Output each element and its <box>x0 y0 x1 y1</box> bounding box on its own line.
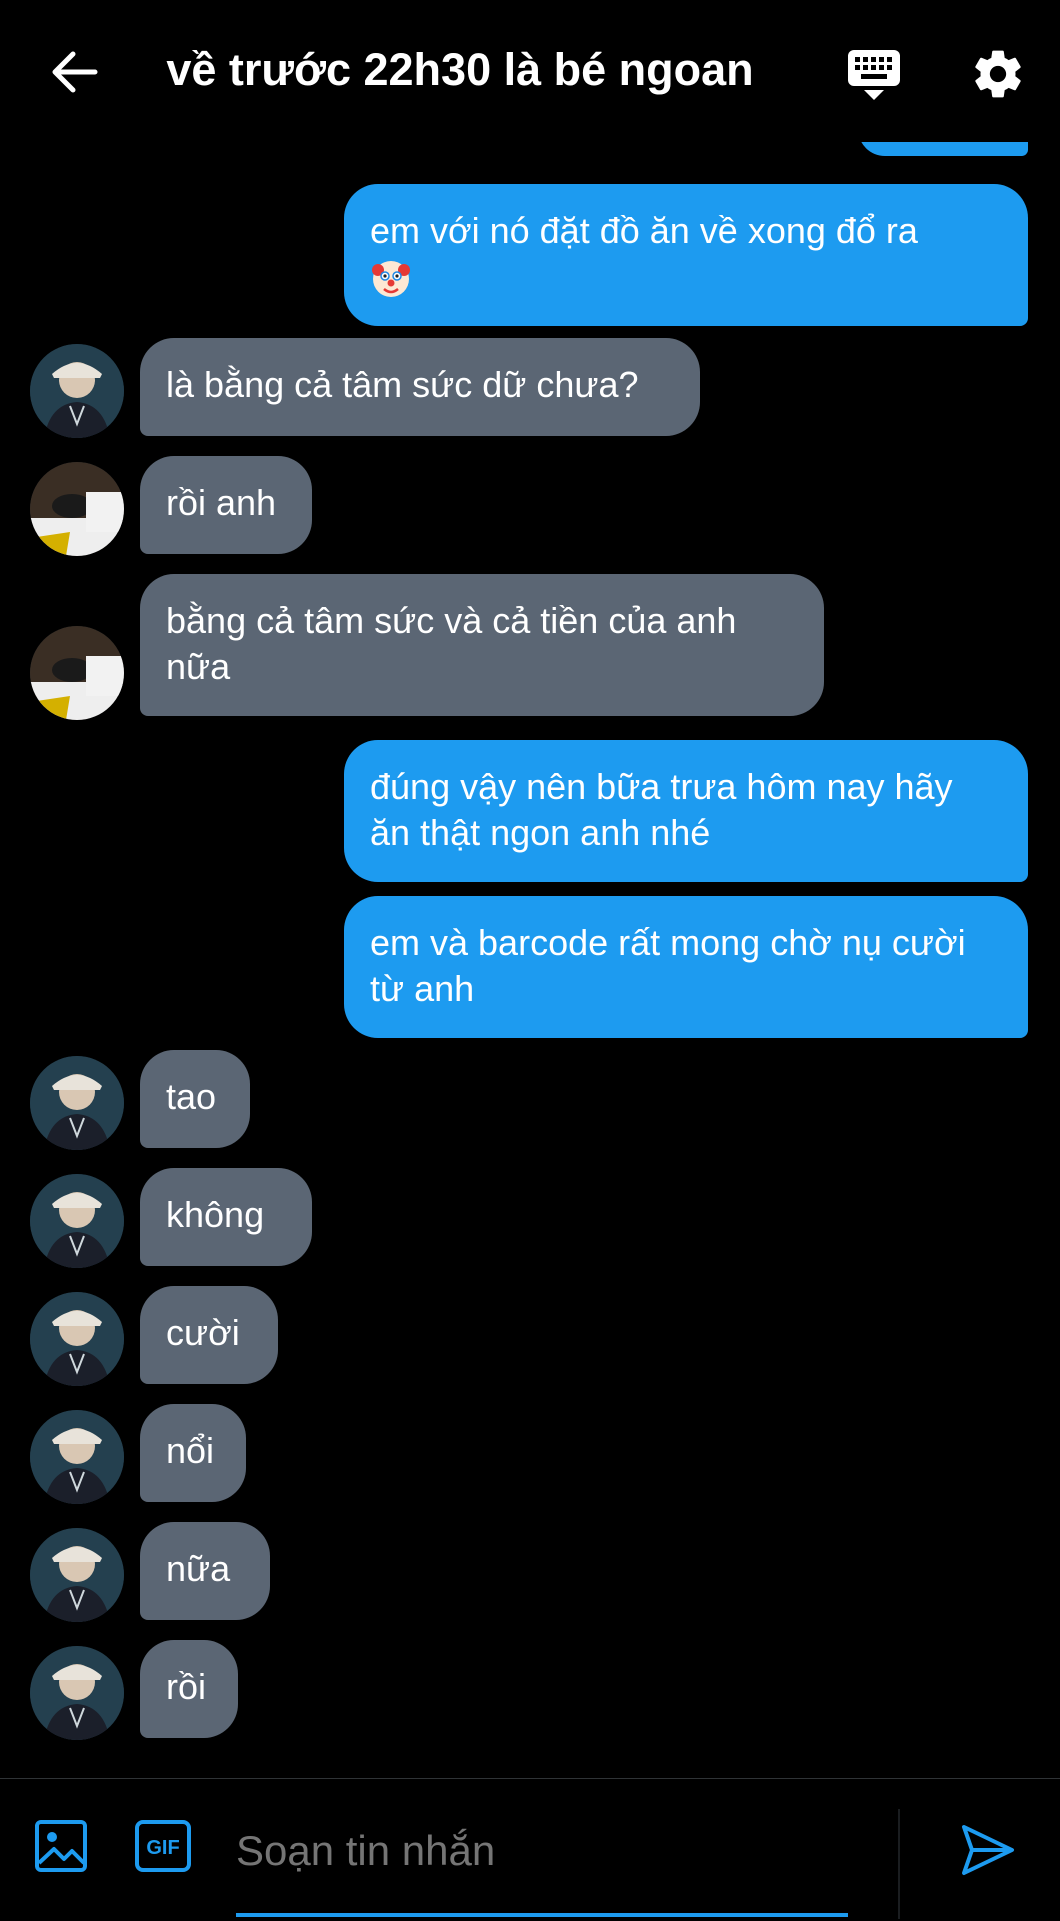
message-list[interactable]: em với nó đặt đồ ăn về xong đổ ra là bằn… <box>0 142 1060 1778</box>
message-text: tao <box>166 1076 217 1117</box>
message-input[interactable] <box>236 1821 848 1881</box>
avatar[interactable] <box>30 1292 124 1386</box>
message-text: rồi <box>166 1666 207 1707</box>
send-icon[interactable] <box>960 1823 1020 1883</box>
avatar[interactable] <box>30 462 124 556</box>
message-composer: GIF <box>0 1778 1060 1921</box>
settings-gear-icon[interactable] <box>970 46 1026 102</box>
message-bubble-outgoing[interactable]: đúng vậy nên bữa trưa hôm nay hãy ăn thậ… <box>344 740 1028 882</box>
message-text: em và barcode rất mong chờ nụ cười từ an… <box>370 922 966 1009</box>
message-bubble-incoming[interactable]: tao <box>140 1050 250 1148</box>
back-arrow-icon[interactable] <box>46 46 102 98</box>
message-text: nổi <box>166 1430 215 1471</box>
message-bubble-incoming[interactable]: là bằng cả tâm sức dữ chưa? <box>140 338 700 436</box>
message-text: bằng cả tâm sức và cả tiền của anh nữa <box>166 600 737 687</box>
message-bubble-incoming[interactable]: cười <box>140 1286 278 1384</box>
message-bubble-incoming[interactable]: không <box>140 1168 312 1266</box>
avatar[interactable] <box>30 1410 124 1504</box>
message-text: cười <box>166 1312 240 1353</box>
avatar[interactable] <box>30 1174 124 1268</box>
avatar[interactable] <box>30 1528 124 1622</box>
gif-icon[interactable]: GIF <box>134 1819 194 1879</box>
message-bubble-incoming[interactable]: nổi <box>140 1404 246 1502</box>
message-bubble-incoming[interactable]: bằng cả tâm sức và cả tiền của anh nữa <box>140 574 824 716</box>
message-text: rồi anh <box>166 482 277 523</box>
conversation-title: về trước 22h30 là bé ngoan <box>166 44 754 95</box>
top-bar: về trước 22h30 là bé ngoan <box>0 0 1060 142</box>
message-text: đúng vậy nên bữa trưa hôm nay hãy ăn thậ… <box>370 766 953 853</box>
message-bubble-incoming[interactable]: rồi anh <box>140 456 312 554</box>
message-bubble-partial <box>858 142 1028 156</box>
image-icon[interactable] <box>34 1819 94 1879</box>
message-bubble-outgoing[interactable]: em với nó đặt đồ ăn về xong đổ ra <box>344 184 1028 326</box>
message-bubble-incoming[interactable]: nữa <box>140 1522 270 1620</box>
avatar[interactable] <box>30 1056 124 1150</box>
input-underline <box>236 1913 848 1917</box>
message-text: là bằng cả tâm sức dữ chưa? <box>166 364 639 405</box>
message-bubble-incoming[interactable]: rồi <box>140 1640 238 1738</box>
avatar[interactable] <box>30 1646 124 1740</box>
avatar[interactable] <box>30 344 124 438</box>
message-bubble-outgoing[interactable]: em và barcode rất mong chờ nụ cười từ an… <box>344 896 1028 1038</box>
avatar[interactable] <box>30 626 124 720</box>
keyboard-shortcuts-icon[interactable] <box>846 46 902 102</box>
message-text: nữa <box>166 1548 231 1589</box>
clown-face-emoji-icon <box>370 258 412 300</box>
gif-label: GIF <box>146 1837 179 1859</box>
divider <box>898 1809 900 1919</box>
message-text: em với nó đặt đồ ăn về xong đổ ra <box>370 210 918 251</box>
message-text: không <box>166 1194 265 1235</box>
